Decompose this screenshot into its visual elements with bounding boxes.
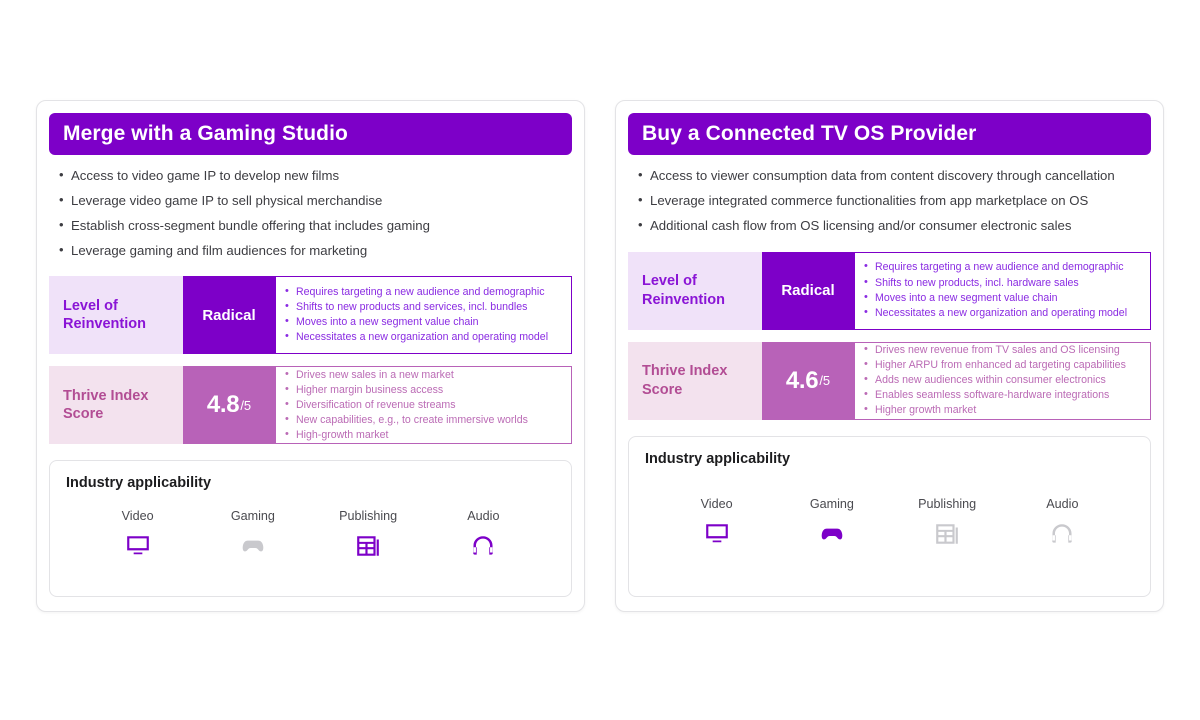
level-of-reinvention-row: Level of Reinvention Radical Requires ta… <box>49 276 572 355</box>
industry-item-publishing: Publishing <box>313 510 423 559</box>
industry-applicability-panel: Industry applicability Video Gaming Publ… <box>628 435 1151 597</box>
list-item: Drives new sales in a new market <box>284 367 563 383</box>
list-item: Moves into a new segment value chain <box>863 290 1142 306</box>
industry-item-gaming: Gaming <box>198 510 308 559</box>
list-item: Diversification of revenue streams <box>284 397 563 413</box>
newspaper-icon <box>934 521 960 547</box>
card-title: Buy a Connected TV OS Provider <box>628 113 1151 156</box>
thrive-score-block: 4.8/5 <box>183 366 275 445</box>
list-item: Leverage integrated commerce functionali… <box>638 191 1145 217</box>
industry-label: Audio <box>1046 496 1079 511</box>
industry-applicability-panel: Industry applicability Video Gaming Publ… <box>49 460 572 597</box>
strategy-card: Buy a Connected TV OS Provider Access to… <box>615 100 1164 612</box>
tv-icon <box>125 533 151 559</box>
thrive-index-row: Thrive Index Score 4.8/5 Drives new sale… <box>49 366 572 445</box>
list-item: Leverage video game IP to sell physical … <box>59 191 566 217</box>
industry-label: Audio <box>467 509 500 524</box>
industry-label: Publishing <box>339 509 398 524</box>
industry-applicability-title: Industry applicability <box>645 450 791 467</box>
reinvention-value: Radical <box>202 306 256 324</box>
headphones-icon <box>1049 521 1075 547</box>
list-item: Shifts to new products, incl. hardware s… <box>863 274 1142 291</box>
industry-label: Gaming <box>230 509 275 524</box>
industry-icon-grid: Video Gaming Publishing Audio <box>645 475 1134 586</box>
strategy-card: Merge with a Gaming Studio Access to vid… <box>36 100 585 612</box>
headphones-icon <box>470 533 496 559</box>
reinvention-value: Radical <box>781 282 835 300</box>
reinvention-label: Level of Reinvention <box>628 251 762 330</box>
thrive-denominator: /5 <box>240 397 252 413</box>
gamepad-icon <box>819 521 845 547</box>
industry-applicability-title: Industry applicability <box>66 475 212 492</box>
industry-item-audio: Audio <box>428 510 538 559</box>
industry-label: Publishing <box>918 496 977 511</box>
newspaper-icon <box>355 533 381 559</box>
list-item: Drives new revenue from TV sales and OS … <box>863 342 1142 358</box>
thrive-score: 4.8 <box>206 391 240 419</box>
list-item: New capabilities, e.g., to create immers… <box>284 412 563 428</box>
card-title: Merge with a Gaming Studio <box>49 113 572 156</box>
thrive-score-block: 4.6/5 <box>762 341 854 420</box>
thrive-index-row: Thrive Index Score 4.6/5 Drives new reve… <box>628 341 1151 420</box>
reinvention-value-block: Radical <box>183 276 275 355</box>
list-item: Requires targeting a new audience and de… <box>284 284 563 300</box>
thrive-denominator: /5 <box>819 373 831 389</box>
thrive-detail-box: Drives new sales in a new market Higher … <box>275 366 572 445</box>
industry-item-gaming: Gaming <box>777 498 887 547</box>
card-bullet-list: Access to viewer consumption data from c… <box>628 166 1151 242</box>
list-item: Establish cross-segment bundle offering … <box>59 216 566 242</box>
list-item: Enables seamless software-hardware integ… <box>863 387 1142 403</box>
industry-label: Video <box>121 509 154 524</box>
reinvention-label: Level of Reinvention <box>49 276 183 355</box>
industry-label: Gaming <box>809 496 854 511</box>
list-item: Higher margin business access <box>284 382 563 398</box>
reinvention-detail-box: Requires targeting a new audience and de… <box>854 251 1151 330</box>
list-item: Requires targeting a new audience and de… <box>863 259 1142 275</box>
list-item: Higher ARPU from enhanced ad targeting c… <box>863 357 1142 373</box>
list-item: Access to video game IP to develop new f… <box>59 166 566 192</box>
level-of-reinvention-row: Level of Reinvention Radical Requires ta… <box>628 251 1151 330</box>
slide-board: Merge with a Gaming Studio Access to vid… <box>0 0 1200 720</box>
list-item: Shifts to new products and services, inc… <box>284 299 563 315</box>
list-item: Leverage gaming and film audiences for m… <box>59 241 566 267</box>
list-item: Necessitates a new organization and oper… <box>284 329 563 345</box>
reinvention-detail-box: Requires targeting a new audience and de… <box>275 276 572 355</box>
thrive-label: Thrive Index Score <box>628 341 762 420</box>
card-bullet-list: Access to video game IP to develop new f… <box>49 166 572 267</box>
thrive-label: Thrive Index Score <box>49 366 183 445</box>
list-item: High-growth market <box>284 427 563 443</box>
industry-item-video: Video <box>83 510 193 559</box>
industry-item-publishing: Publishing <box>892 498 1002 547</box>
list-item: Necessitates a new organization and oper… <box>863 305 1142 321</box>
industry-label: Video <box>700 496 733 511</box>
list-item: Adds new audiences within consumer elect… <box>863 372 1142 388</box>
industry-item-video: Video <box>662 498 772 547</box>
list-item: Higher growth market <box>863 402 1142 418</box>
industry-item-audio: Audio <box>1007 498 1117 547</box>
industry-icon-grid: Video Gaming Publishing Audio <box>66 499 555 586</box>
list-item: Access to viewer consumption data from c… <box>638 166 1145 192</box>
list-item: Moves into a new segment value chain <box>284 314 563 330</box>
list-item: Additional cash flow from OS licensing a… <box>638 216 1145 242</box>
gamepad-icon <box>240 533 266 559</box>
tv-icon <box>704 521 730 547</box>
reinvention-value-block: Radical <box>762 251 854 330</box>
thrive-score: 4.6 <box>785 366 819 394</box>
thrive-detail-box: Drives new revenue from TV sales and OS … <box>854 341 1151 420</box>
